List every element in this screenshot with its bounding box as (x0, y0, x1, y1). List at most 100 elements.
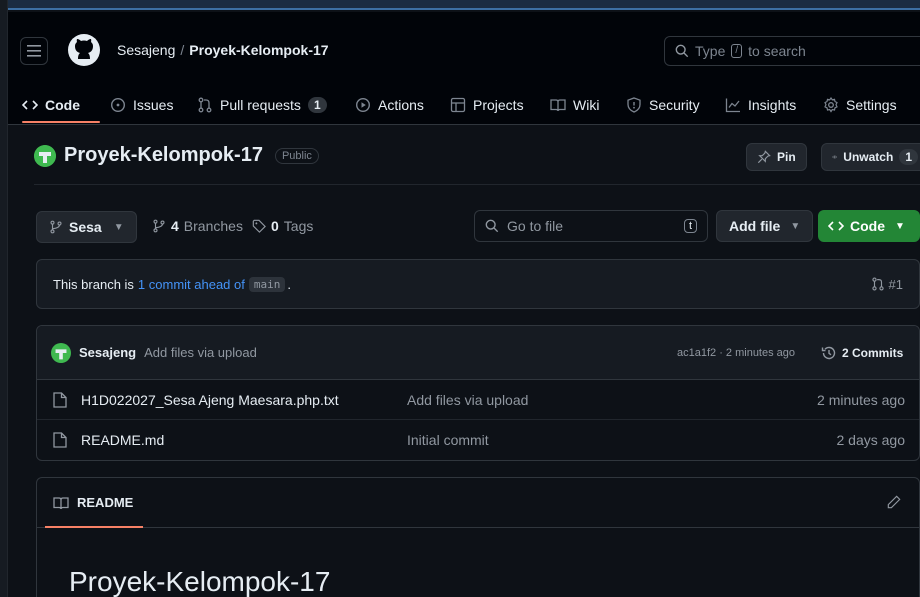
tags-label: Tags (283, 218, 314, 234)
commit-hash-time[interactable]: ac1a1f2 · 2 minutes ago (677, 347, 795, 359)
unwatch-label: Unwatch (843, 150, 894, 164)
repo-link[interactable]: Proyek-Kelompok-17 (189, 42, 328, 58)
book-icon (550, 97, 566, 113)
base-branch-label[interactable]: main (248, 276, 286, 292)
tab-projects[interactable]: Projects (450, 88, 524, 122)
repo-main: Proyek-Kelompok-17 Public Pin Unwatch 1 … (8, 126, 920, 597)
tab-pull-requests[interactable]: Pull requests 1 (197, 88, 327, 122)
play-icon (355, 97, 371, 113)
breadcrumb-separator: / (180, 42, 185, 58)
file-commit-date: 2 minutes ago (817, 391, 905, 408)
pencil-icon[interactable] (887, 495, 901, 509)
tab-label: Projects (473, 97, 524, 113)
search-input[interactable]: Type / to search (664, 36, 920, 66)
table-icon (450, 97, 466, 113)
tag-icon (252, 219, 266, 233)
tab-settings[interactable]: Settings (823, 88, 897, 122)
tab-code[interactable]: Code (22, 88, 80, 122)
add-file-button[interactable]: Add file ▼ (716, 210, 814, 242)
chevron-down-icon: ▼ (895, 220, 905, 232)
tags-count: 0 (271, 218, 279, 234)
pull-request-icon (197, 97, 213, 113)
code-icon (828, 221, 844, 231)
pin-label: Pin (777, 150, 796, 164)
unwatch-button[interactable]: Unwatch 1 (821, 143, 920, 171)
readme-panel: README Proyek-Kelompok-17 (36, 477, 920, 597)
repo-nav-tabs: Code Issues Pull requests 1 Actions Proj… (8, 88, 920, 124)
visibility-badge: Public (274, 147, 319, 164)
add-file-label: Add file (729, 218, 781, 234)
readme-tab-underline (45, 526, 143, 528)
github-logo-icon[interactable] (68, 34, 100, 66)
breadcrumb: Sesajeng / Proyek-Kelompok-17 (117, 42, 329, 58)
file-commit-message[interactable]: Initial commit (407, 432, 489, 448)
browser-top-strip (0, 0, 920, 10)
file-commit-message[interactable]: Add files via upload (407, 392, 528, 408)
file-name-link[interactable]: README.md (81, 432, 164, 448)
branch-ahead-banner: This branch is 1 commit ahead of main . … (36, 259, 920, 309)
chevron-down-icon: ▼ (790, 220, 801, 232)
tab-label: Issues (133, 97, 174, 113)
branch-icon (50, 220, 62, 234)
watchers-count: 1 (899, 149, 918, 165)
go-to-file-placeholder: Go to file (507, 218, 564, 234)
pull-request-link[interactable]: #1 (871, 277, 903, 292)
pin-icon (757, 150, 771, 164)
commits-link[interactable]: 2 Commits (821, 345, 903, 361)
go-to-file-shortcut-key: t (683, 219, 697, 233)
tab-security[interactable]: Security (626, 88, 700, 122)
pull-request-number: #1 (888, 276, 903, 292)
go-to-file-input[interactable]: Go to file t (474, 210, 708, 242)
branches-link[interactable]: 4 Branches (152, 218, 243, 234)
file-name-link[interactable]: H1D022027_Sesa Ajeng Maesara.php.txt (81, 392, 339, 408)
history-icon (821, 346, 836, 359)
tab-label: Actions (378, 97, 424, 113)
tab-label: Pull requests (220, 97, 301, 113)
ahead-suffix: . (287, 276, 291, 292)
table-row: README.md Initial commit 2 days ago (37, 420, 919, 460)
shield-icon (626, 97, 642, 113)
file-icon (53, 432, 67, 448)
owner-link[interactable]: Sesajeng (117, 42, 175, 58)
ahead-prefix: This branch is (53, 276, 134, 292)
tab-insights[interactable]: Insights (725, 88, 796, 122)
commit-author[interactable]: Sesajeng (79, 345, 136, 360)
tags-link[interactable]: 0 Tags (252, 218, 313, 234)
graph-icon (725, 97, 741, 113)
search-prefix: Type (695, 43, 726, 59)
readme-header: README (37, 478, 919, 528)
branch-select-button[interactable]: Sesa ▼ (36, 211, 137, 243)
tab-actions[interactable]: Actions (355, 88, 424, 122)
tab-label: Settings (846, 97, 897, 113)
tab-issues[interactable]: Issues (110, 88, 173, 122)
search-icon (485, 219, 499, 233)
owner-avatar[interactable] (34, 144, 56, 167)
latest-commit-row: Sesajeng Add files via upload ac1a1f2 · … (37, 326, 919, 380)
hamburger-icon (27, 45, 41, 57)
site-header: Sesajeng / Proyek-Kelompok-17 Type / to se… (8, 12, 920, 125)
ahead-compare-link[interactable]: 1 commit ahead of (138, 277, 245, 292)
file-commit-date: 2 days ago (836, 432, 906, 448)
commit-message[interactable]: Add files via upload (144, 345, 257, 360)
file-list: Sesajeng Add files via upload ac1a1f2 · … (36, 325, 920, 461)
tab-wiki[interactable]: Wiki (550, 88, 599, 122)
menu-button[interactable] (20, 37, 48, 65)
code-button[interactable]: Code ▼ (818, 210, 920, 242)
search-suffix: to search (748, 43, 806, 59)
chevron-down-icon: ▼ (113, 221, 124, 233)
repo-name[interactable]: Proyek-Kelompok-17 (64, 144, 263, 167)
code-icon (22, 97, 38, 113)
tab-label: Code (45, 97, 80, 113)
tab-label: Security (649, 97, 700, 113)
branch-icon (153, 219, 165, 233)
readme-tab[interactable]: README (77, 495, 133, 510)
tab-label: Wiki (573, 97, 600, 113)
branches-count: 4 (171, 218, 179, 234)
pin-button[interactable]: Pin (746, 143, 807, 171)
left-window-edge (0, 0, 8, 597)
pull-request-icon (871, 277, 884, 291)
repo-title-group: Proyek-Kelompok-17 Public (34, 144, 319, 167)
author-avatar[interactable] (51, 342, 71, 363)
gear-icon (823, 97, 839, 113)
section-divider (34, 184, 920, 185)
